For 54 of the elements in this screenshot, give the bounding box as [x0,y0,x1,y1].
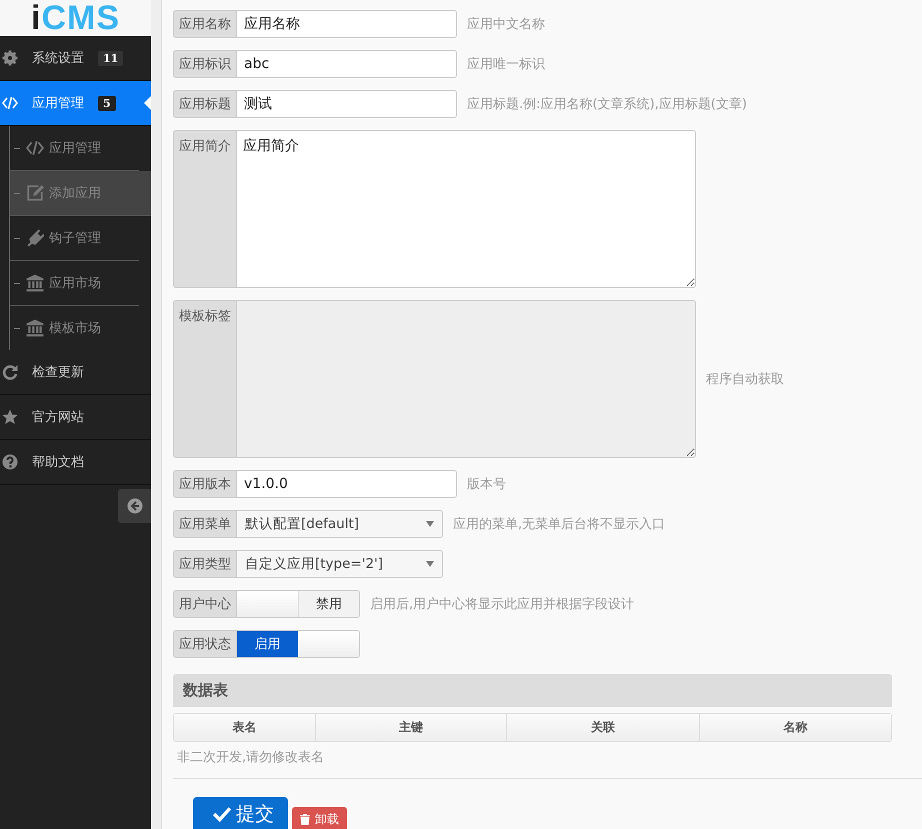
code-icon [26,139,44,157]
submenu-item[interactable]: 应用市场 [10,261,139,306]
field-label: 模板标签 [173,300,237,458]
bank-icon [26,319,44,337]
field-label: 用户中心 [173,590,237,618]
submenu-item[interactable]: 钩子管理 [10,216,139,261]
text-area[interactable]: 应用简介 [237,130,696,288]
column-header: 名称 [698,714,891,741]
logo: iCMS [30,0,120,36]
field-hint: 程序自动获取 [706,371,784,388]
field-hint: 应用的菜单,无菜单后台将不显示入口 [453,516,666,533]
submit-button[interactable]: 提交 [193,797,288,829]
code-icon [2,95,18,111]
toggle-switch[interactable]: 禁用 [237,590,360,618]
toggle-switch[interactable]: 启用 [237,630,360,658]
column-header: 表名 [174,714,315,741]
edit-icon [26,184,44,202]
trash-icon [300,814,310,825]
field-hint: 版本号 [467,476,506,493]
field-label: 应用状态 [173,630,237,658]
field-hint: 启用后,用户中心将显示此应用并根据字段设计 [370,596,634,613]
text-field[interactable]: 测试 [237,90,457,118]
field-label: 应用简介 [173,130,237,288]
dropdown[interactable]: 默认配置[default] [237,510,443,538]
refresh-icon [2,364,18,380]
field-label: 应用名称 [173,10,237,38]
field-hint: 应用唯一标识 [467,56,545,73]
check-icon [213,805,231,823]
sidebar-item[interactable]: 应用管理 5 [0,81,151,126]
column-header: 关联 [506,714,699,741]
text-field[interactable]: abc [237,50,457,78]
field-label: 应用标题 [173,90,237,118]
field-hint: 应用标题.例:应用名称(文章系统),应用标题(文章) [467,96,747,113]
text-field[interactable]: 应用名称 [237,10,457,38]
dropdown[interactable]: 自定义应用[type='2'] [237,550,443,578]
field-label: 应用标识 [173,50,237,78]
text-field[interactable]: v1.0.0 [237,470,457,498]
section-title: 数据表 [173,674,892,707]
caret-icon [426,561,434,567]
field-label: 应用版本 [173,470,237,498]
bank-icon [26,274,44,292]
field-label: 应用类型 [173,550,237,578]
field-label: 应用菜单 [173,510,237,538]
collapse-button[interactable] [118,489,151,523]
uninstall-button[interactable]: 卸载 [292,807,347,829]
count-badge: 11 [98,50,124,66]
count-badge: 5 [98,96,116,110]
caret-icon [426,521,434,527]
star-icon [2,409,18,425]
plug-icon [26,229,44,247]
field-hint: 应用中文名称 [467,16,545,33]
submenu-item[interactable]: 模板市场 [10,306,139,350]
table-note: 非二次开发,请勿修改表名 [176,749,326,766]
column-header: 主键 [314,714,506,741]
